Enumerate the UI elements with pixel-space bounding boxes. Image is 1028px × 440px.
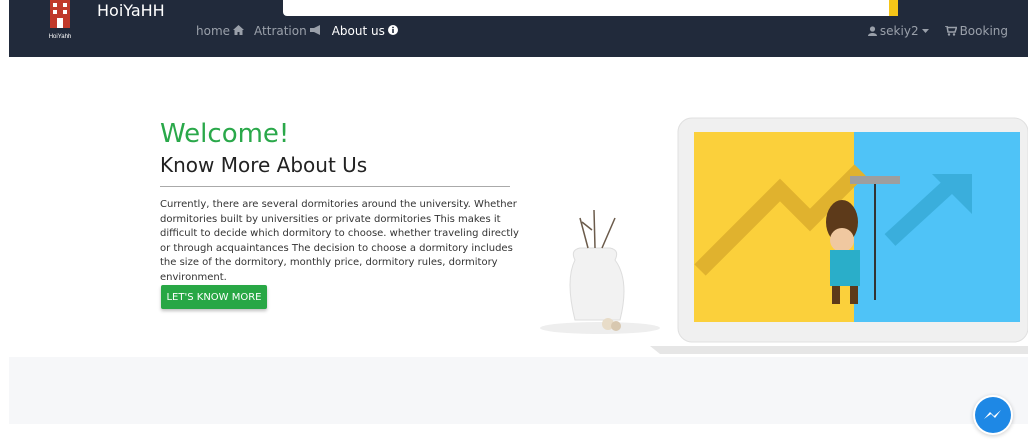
know-more-button[interactable]: LET'S KNOW MORE bbox=[161, 285, 267, 309]
footer-band bbox=[9, 357, 1028, 424]
hero-description: Currently, there are several dormitories… bbox=[160, 199, 519, 283]
home-icon bbox=[233, 24, 245, 38]
info-icon bbox=[387, 24, 398, 38]
divider bbox=[160, 186, 510, 187]
hero-illustration bbox=[540, 117, 1028, 354]
user-name: sekiy2 bbox=[879, 24, 919, 38]
hero-subtitle: Know More About Us bbox=[160, 153, 368, 177]
megaphone-icon bbox=[309, 24, 322, 38]
nav-attration[interactable]: Attration bbox=[254, 24, 322, 38]
booking-link[interactable]: Booking bbox=[944, 24, 1008, 38]
nav-home[interactable]: home bbox=[196, 24, 245, 38]
booking-label: Booking bbox=[959, 24, 1008, 38]
cart-icon bbox=[944, 26, 957, 36]
nav-links: home Attration About us bbox=[196, 24, 398, 38]
nav-right: sekiy2 Booking bbox=[867, 24, 1008, 38]
chevron-down-icon bbox=[921, 28, 929, 34]
user-menu[interactable]: sekiy2 bbox=[867, 24, 929, 38]
brand-name[interactable]: HoiYaHH bbox=[97, 1, 165, 20]
hero-title: Welcome! bbox=[160, 119, 290, 149]
user-icon bbox=[867, 26, 877, 36]
logo-icon[interactable]: HoiYahh bbox=[40, 0, 80, 40]
top-overlay-bar bbox=[283, 0, 895, 16]
messenger-chat-icon[interactable] bbox=[973, 395, 1013, 435]
top-overlay-accent bbox=[889, 0, 898, 16]
nav-about-us[interactable]: About us bbox=[332, 24, 398, 38]
logo-caption: HoiYahh bbox=[49, 34, 72, 40]
